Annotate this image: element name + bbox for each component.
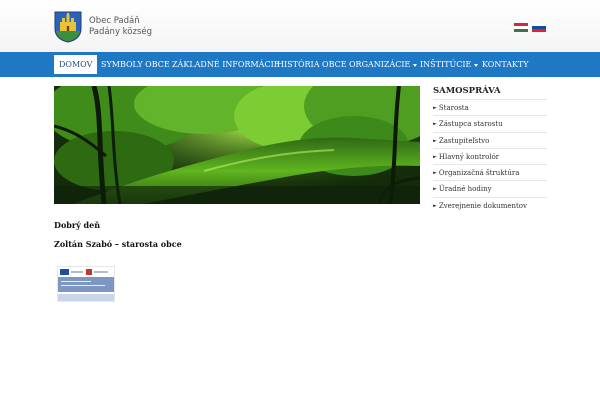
eu-logos-icon	[60, 269, 108, 275]
nav-kontakty-label: KONTAKTY	[482, 60, 529, 69]
chevron-right-icon: ►	[433, 121, 437, 128]
nav-kontakty[interactable]: KONTAKTY	[477, 55, 534, 74]
sidebar-item-label: Starosta	[438, 104, 469, 112]
chevron-right-icon: ►	[433, 186, 437, 193]
nav-symboly-obce[interactable]: SYMBOLY OBCE	[96, 55, 175, 74]
eu-project-document-thumbnail[interactable]	[57, 266, 115, 302]
sidebar-item-label: Organizačná štruktúra	[438, 169, 520, 178]
nav-zakladne-informacie[interactable]: ZÁKLADNÉ INFORMÁCIE	[167, 55, 285, 74]
nav-organizacie[interactable]: ORGANIZÁCIE	[344, 55, 422, 74]
sidebar-menu: ► Starosta ► Zástupca starostu ► Zastupiteľ…	[433, 99, 547, 213]
nav-symboly-obce-label: SYMBOLY OBCE	[101, 60, 170, 69]
chevron-right-icon: ►	[433, 137, 437, 144]
nav-historia-obce[interactable]: HISTÓRIA OBCE	[272, 55, 352, 74]
nav-domov-label: DOMOV	[59, 60, 93, 69]
document-title-band	[58, 277, 114, 292]
sidebar-item-starosta[interactable]: ► Starosta	[433, 99, 547, 115]
site-name-slovak: Obec Padáň	[89, 16, 140, 26]
nav-institucie[interactable]: INŠTITÚCIE	[415, 55, 483, 74]
slovak-flag-icon[interactable]	[532, 23, 546, 32]
nav-institucie-label: INŠTITÚCIE	[420, 60, 472, 69]
sidebar-item-label: Zverejnenie dokumentov	[438, 201, 527, 210]
sidebar-item-zastupitelstvo[interactable]: ► Zastupiteľstvo	[433, 131, 547, 148]
sidebar-item-zverejnenie-dokumentov[interactable]: ► Zverejnenie dokumentov	[433, 196, 547, 213]
chevron-right-icon: ►	[433, 105, 437, 111]
mayor-heading: Zoltán Szabó – starosta obce	[54, 239, 182, 249]
nav-organizacie-label: ORGANIZÁCIE	[349, 60, 411, 69]
river-landscape-photo	[54, 86, 420, 204]
nav-domov[interactable]: DOMOV	[54, 55, 98, 74]
sidebar-item-uradne-hodiny[interactable]: ► Úradné hodiny	[433, 180, 547, 196]
sidebar-item-label: Hlavný kontrolór	[438, 152, 500, 161]
sidebar-title: SAMOSPRÁVA	[433, 86, 501, 96]
nav-historia-obce-label: HISTÓRIA OBCE	[277, 60, 347, 69]
municipal-crest-icon[interactable]	[54, 11, 82, 43]
site-name[interactable]: Obec Padáň Padány község	[89, 16, 152, 38]
sidebar-item-zastupca-starostu[interactable]: ► Zástupca starostu	[433, 115, 547, 131]
chevron-right-icon: ►	[433, 202, 437, 209]
sidebar-item-label: Zastupiteľstvo	[438, 136, 490, 145]
sidebar-item-label: Úradné hodiny	[438, 185, 492, 194]
chevron-right-icon: ►	[433, 170, 437, 177]
main-navigation: DOMOV SYMBOLY OBCE ZÁKLADNÉ INFORMÁCIE H…	[0, 52, 600, 77]
site-name-hungarian: Padány község	[89, 27, 153, 37]
document-footer-band	[58, 294, 114, 301]
sidebar-item-label: Zástupca starostu	[438, 120, 503, 129]
site-header: Obec Padáň Padány község	[0, 0, 600, 52]
greeting-heading: Dobrý deň	[54, 220, 101, 230]
chevron-right-icon: ►	[433, 153, 437, 160]
sidebar-item-organizacna-struktura[interactable]: ► Organizačná štruktúra	[433, 164, 547, 180]
nav-zakladne-informacie-label: ZÁKLADNÉ INFORMÁCIE	[172, 60, 280, 69]
sidebar-item-hlavny-kontrolor[interactable]: ► Hlavný kontrolór	[433, 147, 547, 164]
hungarian-flag-icon[interactable]	[514, 23, 528, 32]
